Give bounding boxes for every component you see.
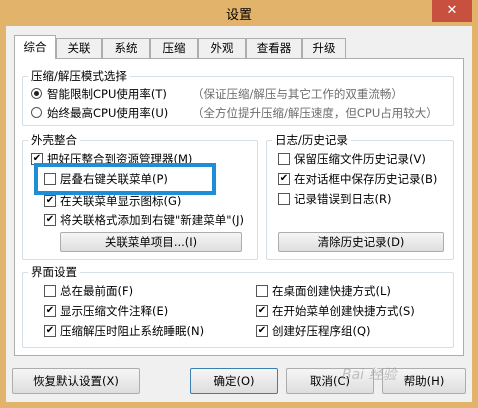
checkmark-icon: ✔ (257, 325, 267, 336)
radio-smart-cpu[interactable] (31, 88, 42, 99)
restore-defaults-button[interactable]: 恢复默认设置(X) (12, 368, 140, 394)
context-menu-items-button[interactable]: 关联菜单项目...(I) (60, 232, 242, 252)
checkbox-cascade-menu[interactable] (44, 173, 56, 185)
window-title: 设置 (225, 8, 252, 23)
keep-history-label[interactable]: 保留压缩文件历史记录(V) (294, 151, 426, 167)
cascade-menu-label[interactable]: 层叠右键关联菜单(P) (60, 171, 168, 187)
checkbox-new-menu[interactable]: ✔ (44, 214, 56, 226)
prevent-sleep-label[interactable]: 压缩解压时阻止系统睡眠(N) (60, 323, 204, 339)
history-title: 日志/历史记录 (272, 132, 351, 148)
checkbox-show-comment[interactable]: ✔ (44, 305, 56, 317)
tab-compression[interactable]: 压缩 (150, 38, 198, 58)
title-bar: 设置 (0, 0, 478, 26)
tab-appearance[interactable]: 外观 (198, 38, 246, 58)
radio-max-cpu-hint: （全方位提升压缩/解压速度，但CPU占用较大） (192, 106, 438, 120)
start-menu-shortcut-label[interactable]: 在开始菜单创建快捷方式(S) (272, 303, 415, 319)
menu-icons-label[interactable]: 在关联菜单显示图标(G) (60, 193, 181, 209)
close-icon: ✕ (446, 3, 458, 18)
radio-smart-cpu-label[interactable]: 智能限制CPU使用率(T) (47, 86, 167, 102)
show-comment-label[interactable]: 显示压缩文件注释(E) (60, 303, 168, 319)
ui-settings-title: 界面设置 (28, 264, 80, 280)
always-on-top-label[interactable]: 总在最前面(F) (60, 283, 133, 299)
radio-max-cpu-label[interactable]: 始终最高CPU使用率(U) (47, 105, 168, 121)
ok-button[interactable]: 确定(O) (190, 368, 278, 394)
desktop-shortcut-label[interactable]: 在桌面创建快捷方式(L) (272, 283, 391, 299)
checkmark-icon: ✔ (257, 305, 267, 316)
compression-mode-title: 压缩/解压模式选择 (28, 68, 130, 84)
tab-general[interactable]: 综合 (14, 35, 56, 59)
radio-max-cpu[interactable] (31, 107, 42, 118)
checkbox-program-group[interactable]: ✔ (256, 325, 268, 337)
checkmark-icon: ✔ (45, 325, 55, 336)
checkmark-icon: ✔ (45, 195, 55, 206)
clear-history-button[interactable]: 清除历史记录(D) (278, 232, 444, 252)
tab-association[interactable]: 关联 (56, 38, 102, 58)
checkmark-icon: ✔ (45, 305, 55, 316)
checkbox-prevent-sleep[interactable]: ✔ (44, 325, 56, 337)
checkmark-icon: ✔ (279, 173, 289, 184)
dialog-history-label[interactable]: 在对话框中保存历史记录(B) (294, 171, 437, 187)
error-log-label[interactable]: 记录错误到日志(R) (294, 191, 391, 207)
program-group-label[interactable]: 创建好压程序组(Q) (272, 323, 371, 339)
new-menu-label[interactable]: 将关联格式添加到右键"新建菜单"(J) (60, 212, 244, 228)
tab-upgrade[interactable]: 升级 (302, 38, 346, 58)
tab-viewer[interactable]: 查看器 (246, 38, 302, 58)
checkbox-desktop-shortcut[interactable] (256, 285, 268, 297)
checkbox-menu-icons[interactable]: ✔ (44, 195, 56, 207)
checkbox-dialog-history[interactable]: ✔ (278, 173, 290, 185)
checkbox-start-menu-shortcut[interactable]: ✔ (256, 305, 268, 317)
watermark: Bai 经验 (342, 367, 397, 383)
radio-smart-cpu-hint: （保证压缩/解压与其它工作的双重流畅） (192, 87, 403, 101)
close-button[interactable]: ✕ (432, 0, 472, 22)
checkmark-icon: ✔ (45, 214, 55, 225)
checkbox-always-on-top[interactable] (44, 285, 56, 297)
tab-system[interactable]: 系统 (102, 38, 150, 58)
checkbox-error-log[interactable] (278, 193, 290, 205)
shell-integration-title: 外壳整合 (28, 132, 80, 148)
checkbox-keep-history[interactable] (278, 153, 290, 165)
